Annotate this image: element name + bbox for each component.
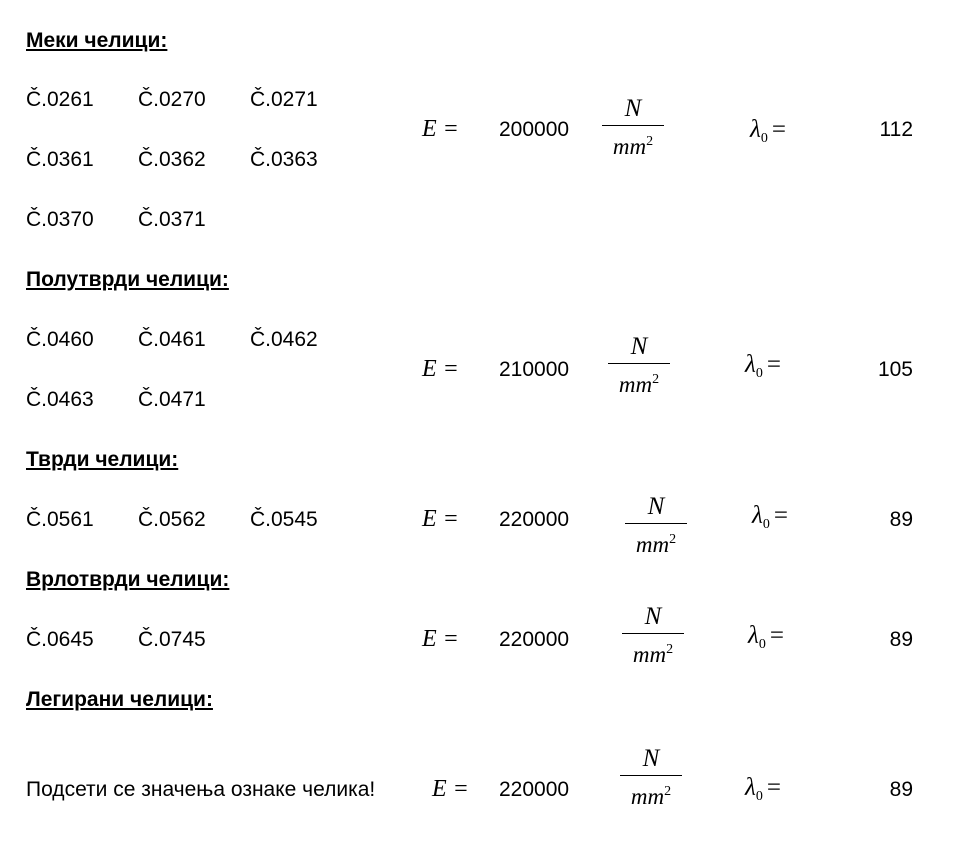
- slenderness-label: λ0 =: [748, 623, 784, 652]
- lambda-equals: =: [766, 351, 781, 378]
- modulus-value: 220000: [499, 508, 570, 531]
- slenderness-label: λ0 =: [745, 775, 781, 804]
- lambda-subscript: 0: [755, 366, 763, 381]
- lambda-subscript: 0: [760, 131, 768, 146]
- steel-grade: Č.0461: [138, 328, 206, 351]
- lambda-symbol: λ: [750, 116, 761, 143]
- unit-denominator-base: mm: [618, 372, 653, 397]
- lambda-equals: =: [771, 116, 786, 143]
- modulus-value: 200000: [499, 118, 570, 141]
- steel-grade: Č.0562: [138, 508, 206, 531]
- lambda-symbol: λ: [748, 622, 759, 649]
- unit-exponent: 2: [652, 372, 660, 387]
- note-text: Подсети се значења ознаке челика!: [26, 778, 376, 801]
- steel-grade: Č.0371: [138, 208, 206, 231]
- fraction-bar: [608, 363, 670, 364]
- unit-numerator: N: [647, 493, 665, 520]
- lambda-symbol: λ: [752, 502, 763, 529]
- lambda-equals: =: [766, 774, 781, 801]
- modulus-label: E =: [422, 356, 459, 382]
- unit-fraction: N mm2: [602, 96, 664, 159]
- section-heading-soft-steels: Меки челици:: [26, 29, 168, 52]
- lambda-symbol: λ: [745, 351, 756, 378]
- unit-denominator: mm2: [625, 528, 687, 557]
- modulus-value: 210000: [499, 358, 570, 381]
- steel-grade: Č.0363: [250, 148, 318, 171]
- unit-denominator: mm2: [602, 130, 664, 159]
- unit-exponent: 2: [664, 784, 672, 799]
- modulus-label: E =: [422, 506, 459, 532]
- lambda-equals: =: [769, 622, 784, 649]
- fraction-bar: [622, 633, 684, 634]
- unit-exponent: 2: [666, 642, 674, 657]
- unit-denominator-base: mm: [612, 134, 647, 159]
- unit-numerator: N: [630, 333, 648, 360]
- section-heading-very-hard-steels: Врлотврди челици:: [26, 568, 230, 591]
- modulus-label: E =: [422, 626, 459, 652]
- modulus-label: E =: [432, 776, 469, 802]
- steel-grade: Č.0545: [250, 508, 318, 531]
- slenderness-value: 89: [889, 508, 913, 531]
- steel-grade: Č.0261: [26, 88, 94, 111]
- section-heading-hard-steels: Тврди челици:: [26, 448, 179, 471]
- slenderness-label: λ0 =: [752, 503, 788, 532]
- unit-denominator: mm2: [622, 638, 684, 667]
- slenderness-value: 89: [889, 628, 913, 651]
- unit-numerator: N: [644, 603, 662, 630]
- unit-fraction: N mm2: [620, 746, 682, 809]
- steel-grade: Č.0362: [138, 148, 206, 171]
- steel-grade: Č.0463: [26, 388, 94, 411]
- lambda-equals: =: [773, 502, 788, 529]
- steel-grade: Č.0370: [26, 208, 94, 231]
- modulus-label: E =: [422, 116, 459, 142]
- steel-grade: Č.0460: [26, 328, 94, 351]
- modulus-value: 220000: [499, 628, 570, 651]
- steel-grade: Č.0561: [26, 508, 94, 531]
- steel-grade: Č.0645: [26, 628, 94, 651]
- unit-fraction: N mm2: [625, 494, 687, 557]
- unit-numerator: N: [624, 95, 642, 122]
- lambda-symbol: λ: [745, 774, 756, 801]
- steel-grade: Č.0271: [250, 88, 318, 111]
- steel-grade: Č.0462: [250, 328, 318, 351]
- unit-numerator: N: [642, 745, 660, 772]
- section-heading-semi-hard-steels: Полутврди челици:: [26, 268, 229, 291]
- unit-denominator-base: mm: [632, 642, 667, 667]
- slenderness-value: 112: [879, 118, 913, 141]
- unit-denominator-base: mm: [630, 784, 665, 809]
- slenderness-value: 105: [877, 358, 913, 381]
- unit-denominator: mm2: [620, 780, 682, 809]
- fraction-bar: [602, 125, 664, 126]
- slenderness-label: λ0 =: [750, 117, 786, 146]
- lambda-subscript: 0: [755, 789, 763, 804]
- section-heading-alloy-steels: Легирани челици:: [26, 688, 213, 711]
- lambda-subscript: 0: [758, 637, 766, 652]
- fraction-bar: [625, 523, 687, 524]
- unit-fraction: N mm2: [622, 604, 684, 667]
- steel-grade: Č.0361: [26, 148, 94, 171]
- slenderness-value: 89: [889, 778, 913, 801]
- unit-exponent: 2: [646, 134, 654, 149]
- slenderness-label: λ0 =: [745, 352, 781, 381]
- steel-grade: Č.0471: [138, 388, 206, 411]
- fraction-bar: [620, 775, 682, 776]
- steel-grade: Č.0270: [138, 88, 206, 111]
- lambda-subscript: 0: [762, 517, 770, 532]
- steel-grade: Č.0745: [138, 628, 206, 651]
- unit-exponent: 2: [669, 532, 677, 547]
- unit-fraction: N mm2: [608, 334, 670, 397]
- unit-denominator-base: mm: [635, 532, 670, 557]
- unit-denominator: mm2: [608, 368, 670, 397]
- modulus-value: 220000: [499, 778, 570, 801]
